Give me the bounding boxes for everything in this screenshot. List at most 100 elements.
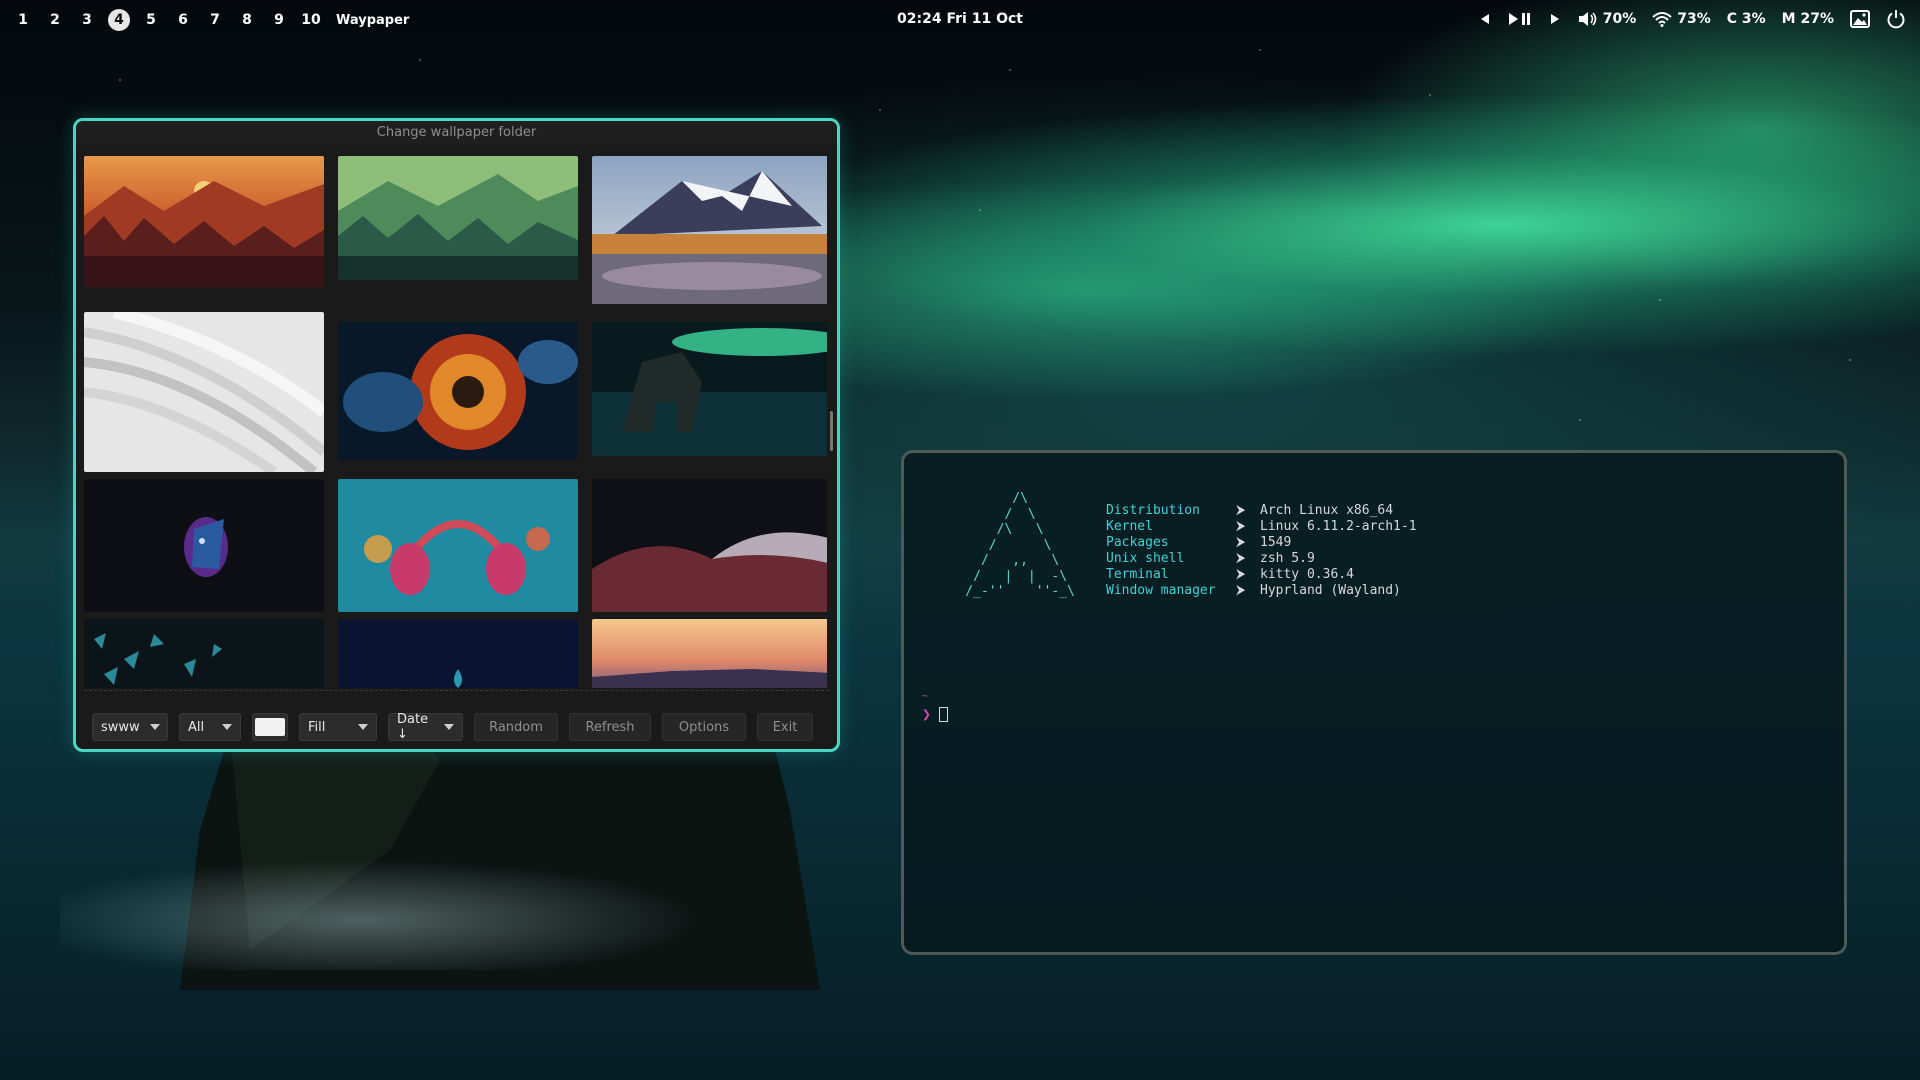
arrow-icon: ⮞	[1236, 535, 1246, 550]
skip-forward-icon	[1550, 14, 1559, 24]
workspace-1[interactable]: 1	[12, 9, 34, 31]
info-row: Window manager ⮞ Hyprland (Wayland)	[1106, 583, 1417, 599]
play-pause-icon	[1508, 13, 1530, 25]
workspace-8[interactable]: 8	[236, 9, 258, 31]
text-cursor	[939, 706, 949, 722]
prompt-directory: ~	[922, 691, 929, 702]
wallpaper-thumb-white-abstract[interactable]	[84, 312, 324, 472]
arch-logo-ascii: /\ / \ /\ \ / \ / ,, \ / | | -\ /_-'' ''…	[965, 491, 1075, 599]
workspace-4[interactable]: 4	[108, 9, 130, 31]
top-bar: 1 2 3 4 5 6 7 8 9 10 Waypaper 02:24 Fri 11 Oct 70%…	[0, 0, 1920, 40]
wallpaper-thumb-mountain-lake[interactable]	[592, 156, 827, 304]
active-window-title: Waypaper	[336, 12, 410, 28]
backend-dropdown[interactable]: swww	[92, 713, 168, 741]
sort-value: Date ↓	[397, 712, 429, 742]
arrow-icon: ⮞	[1236, 583, 1246, 598]
system-tray: 70% 73% C 3% M 27%	[1478, 9, 1906, 29]
workspace-6[interactable]: 6	[172, 9, 194, 31]
workspace-9[interactable]: 9	[268, 9, 290, 31]
arrow-icon: ⮞	[1236, 567, 1246, 582]
wifi-value: 73%	[1677, 11, 1711, 27]
info-key: Window manager	[1106, 583, 1216, 598]
workspace-7[interactable]: 7	[204, 9, 226, 31]
color-swatch	[255, 718, 285, 736]
wallpaper-thumb-headphones[interactable]	[338, 479, 578, 612]
speaker-icon	[1578, 12, 1597, 26]
arrow-icon: ⮞	[1236, 551, 1246, 566]
media-playpause-button[interactable]	[1508, 11, 1532, 27]
workspace-2[interactable]: 2	[44, 9, 66, 31]
shell-prompt[interactable]: ~ ❯	[922, 691, 949, 723]
skip-back-icon	[1480, 14, 1489, 24]
toolbar-separator	[84, 690, 829, 691]
info-key: Terminal	[1106, 567, 1169, 582]
random-button[interactable]: Random	[474, 713, 558, 741]
wallpaper-thumb-colorful-flower[interactable]	[338, 322, 578, 460]
info-row: Terminal ⮞ kitty 0.36.4	[1106, 567, 1417, 583]
wallpaper-thumb-red-dunes[interactable]	[592, 479, 827, 612]
volume-indicator[interactable]: 70%	[1578, 11, 1637, 27]
fill-mode-dropdown[interactable]: Fill	[299, 713, 377, 741]
info-value: 1549	[1260, 535, 1292, 550]
media-next-button[interactable]	[1548, 12, 1562, 26]
grid-scrollbar[interactable]	[830, 411, 833, 451]
info-key: Distribution	[1106, 503, 1200, 518]
info-key: Packages	[1106, 535, 1169, 550]
workspace-10[interactable]: 10	[300, 9, 322, 31]
wifi-icon	[1652, 12, 1672, 27]
chevron-down-icon	[149, 724, 160, 730]
arrow-icon: ⮞	[1236, 519, 1246, 534]
volume-value: 70%	[1602, 11, 1637, 27]
wallpaper-thumb-dark-fish[interactable]	[84, 479, 324, 612]
info-value: Arch Linux x86_64	[1260, 503, 1394, 518]
info-key: Kernel	[1106, 519, 1153, 534]
info-row: Distribution ⮞ Arch Linux x86_64	[1106, 503, 1417, 519]
wallpaper-thumb-sunset-forest[interactable]	[84, 156, 324, 287]
change-folder-button[interactable]: Change wallpaper folder	[76, 121, 837, 145]
memory-usage[interactable]: M 27%	[1782, 11, 1834, 27]
chevron-down-icon	[444, 724, 454, 730]
image-icon	[1850, 10, 1870, 28]
terminal-window[interactable]: /\ / \ /\ \ / \ / ,, \ / | | -\ /_-'' ''…	[901, 450, 1847, 955]
refresh-button[interactable]: Refresh	[569, 713, 651, 741]
wifi-indicator[interactable]: 73%	[1652, 11, 1711, 27]
info-row: Unix shell ⮞ zsh 5.9	[1106, 551, 1417, 567]
prompt-symbol: ❯	[922, 705, 932, 723]
info-value: Hyprland (Wayland)	[1260, 583, 1401, 598]
info-value: zsh 5.9	[1260, 551, 1315, 566]
clock[interactable]: 02:24 Fri 11 Oct	[897, 11, 1023, 27]
wallpaper-thumb-green-forest[interactable]	[338, 156, 578, 280]
workspace-5[interactable]: 5	[140, 9, 162, 31]
info-row: Kernel ⮞ Linux 6.11.2-arch1-1	[1106, 519, 1417, 535]
sort-dropdown[interactable]: Date ↓	[388, 712, 463, 742]
filter-value: All	[188, 719, 205, 735]
filter-dropdown[interactable]: All	[179, 713, 241, 741]
options-button[interactable]: Options	[662, 713, 746, 741]
fill-mode-value: Fill	[308, 719, 326, 735]
info-value: kitty 0.36.4	[1260, 567, 1354, 582]
workspace-switcher: 1 2 3 4 5 6 7 8 9 10 Waypaper	[12, 9, 409, 31]
chevron-down-icon	[358, 724, 368, 730]
exit-button[interactable]: Exit	[757, 713, 813, 741]
wallpaper-thumb-blue-flame[interactable]	[338, 619, 578, 688]
media-prev-button[interactable]	[1478, 12, 1492, 26]
color-picker-button[interactable]	[252, 713, 288, 741]
wallpaper-thumb-aurora-arch[interactable]	[592, 322, 827, 456]
backend-value: swww	[101, 719, 140, 735]
cpu-usage[interactable]: C 3%	[1727, 11, 1766, 27]
background-sea-foam	[60, 830, 820, 970]
wallpaper-thumb-teal-shards[interactable]	[84, 619, 324, 688]
waypaper-window: Change wallpaper folder swww All Fill Da…	[73, 118, 840, 752]
power-button[interactable]	[1886, 9, 1906, 29]
power-icon	[1887, 10, 1905, 29]
arrow-icon: ⮞	[1236, 503, 1246, 518]
waypaper-toolbar: swww All Fill Date ↓ Random Refresh Opti…	[92, 712, 813, 742]
wallpaper-thumb-sunset-sky[interactable]	[592, 619, 827, 688]
wallpaper-grid	[84, 156, 827, 688]
info-key: Unix shell	[1106, 551, 1185, 566]
chevron-down-icon	[222, 724, 232, 730]
info-value: Linux 6.11.2-arch1-1	[1260, 519, 1417, 534]
wallpaper-button[interactable]	[1850, 10, 1870, 28]
info-row: Packages ⮞ 1549	[1106, 535, 1417, 551]
workspace-3[interactable]: 3	[76, 9, 98, 31]
